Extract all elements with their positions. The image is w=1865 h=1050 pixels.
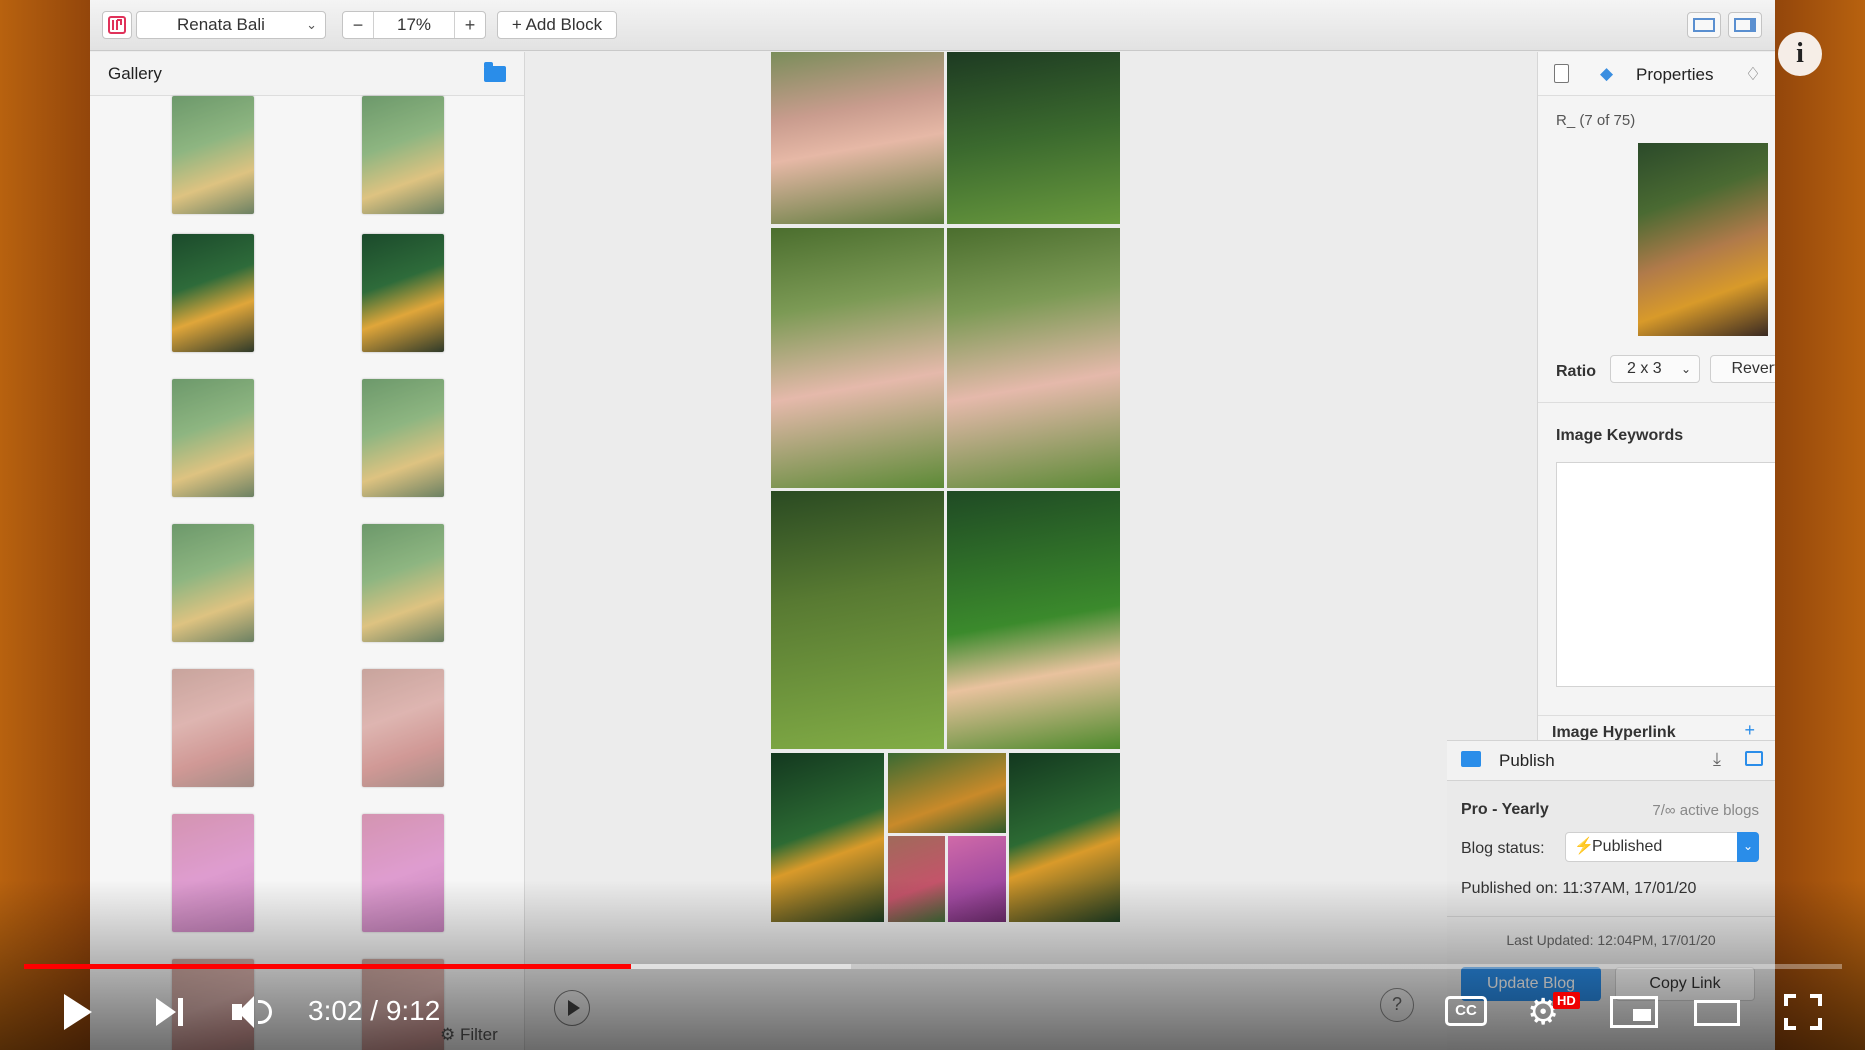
panel-left-icon <box>1693 18 1715 32</box>
active-blogs: 7/∞ active blogs <box>1652 802 1759 819</box>
gallery-thumbnail[interactable] <box>172 379 254 497</box>
captions-button[interactable]: CC <box>1445 990 1487 1034</box>
keywords-input[interactable] <box>1556 462 1775 687</box>
download-icon[interactable]: ⤓ <box>1713 749 1721 770</box>
progress-bar[interactable] <box>24 964 1842 969</box>
gallery-title: Gallery <box>108 64 162 83</box>
play-button[interactable] <box>60 990 94 1034</box>
last-updated: Last Updated: 12:04PM, 17/01/20 <box>1506 932 1716 948</box>
blog-status-value: Published <box>1592 838 1663 855</box>
chevron-down-icon: ⌄ <box>1737 832 1759 862</box>
canvas-photo[interactable] <box>888 836 945 922</box>
next-button[interactable] <box>154 990 188 1034</box>
canvas-photo[interactable] <box>771 753 884 922</box>
publish-header: Publish ⤓ <box>1447 741 1775 781</box>
time-display: 3:02 / 9:12 <box>308 995 441 1026</box>
canvas-play-button[interactable] <box>554 990 590 1026</box>
volume-icon <box>258 1000 272 1024</box>
canvas-photo[interactable] <box>888 753 1006 833</box>
properties-header: ◆ Properties ♢ <box>1538 52 1775 96</box>
filter-button[interactable]: ⚙ Filter <box>440 1025 498 1045</box>
tag-icon[interactable]: ♢ <box>1745 64 1761 85</box>
published-on: Published on: 11:37AM, 17/01/20 <box>1461 880 1697 897</box>
help-button[interactable]: ? <box>1380 988 1414 1022</box>
properties-title: Properties <box>1636 65 1714 84</box>
zoom-out-button[interactable]: − <box>343 12 373 38</box>
app-logo-icon <box>108 16 126 34</box>
toolbar: Renata Bali ⌄ − 17% + + Add Block <box>90 0 1775 51</box>
canvas-photo[interactable] <box>771 228 944 488</box>
canvas-photo[interactable] <box>771 52 944 224</box>
theater-icon <box>1694 1000 1740 1026</box>
gallery-thumbnail[interactable] <box>362 96 444 214</box>
chevron-down-icon: ⌄ <box>306 17 317 32</box>
canvas-photo[interactable] <box>947 228 1120 488</box>
volume-button[interactable] <box>230 990 274 1034</box>
chevron-down-icon: ⌄ <box>1680 362 1691 376</box>
progress-played <box>24 964 632 969</box>
canvas-photo[interactable] <box>771 491 944 749</box>
hd-badge: HD <box>1553 992 1580 1009</box>
miniplayer-button[interactable] <box>1610 990 1658 1034</box>
info-icon[interactable]: i <box>1778 32 1822 76</box>
zoom-in-button[interactable]: + <box>455 12 485 38</box>
gallery-thumbnail[interactable] <box>362 669 444 787</box>
fullscreen-button[interactable] <box>1784 990 1822 1034</box>
canvas-photo[interactable] <box>947 52 1120 224</box>
monitor-icon[interactable] <box>1745 751 1763 766</box>
add-hyperlink-button[interactable]: + <box>1744 720 1755 741</box>
divider <box>1538 715 1775 716</box>
fullscreen-icon <box>1784 994 1796 1006</box>
blog-select[interactable]: Renata Bali ⌄ <box>136 11 326 39</box>
blog-select-value: Renata Bali <box>177 15 265 34</box>
ratio-select[interactable]: 2 x 3 ⌄ <box>1610 355 1700 383</box>
plan-name: Pro - Yearly <box>1461 801 1549 818</box>
gallery-thumbnail[interactable] <box>172 96 254 214</box>
gallery-panel: Gallery <box>90 52 525 1050</box>
gallery-thumbnail[interactable] <box>362 814 444 932</box>
zoom-value: 17% <box>373 12 455 38</box>
gallery-thumbnail[interactable] <box>172 669 254 787</box>
zoom-control: − 17% + <box>342 11 486 39</box>
image-count: R_ (7 of 75) <box>1556 112 1636 129</box>
gallery-thumbnail[interactable] <box>172 234 254 352</box>
cc-icon: CC <box>1445 996 1487 1026</box>
canvas-photo[interactable] <box>947 491 1120 749</box>
canvas-photo[interactable] <box>948 836 1006 922</box>
folder-icon[interactable] <box>484 62 506 82</box>
right-panel-toggle-button[interactable] <box>1728 12 1762 38</box>
blog-canvas <box>526 52 1536 1050</box>
left-panel-toggle-button[interactable] <box>1687 12 1721 38</box>
canvas-photo[interactable] <box>1009 753 1120 922</box>
gallery-thumbnail[interactable] <box>172 814 254 932</box>
app-logo-button[interactable] <box>102 11 132 39</box>
blog-status-label: Blog status: <box>1461 840 1545 857</box>
panel-right-icon <box>1734 18 1756 32</box>
app-window: Renata Bali ⌄ − 17% + + Add Block Galler… <box>90 0 1775 1050</box>
gallery-thumbnail[interactable] <box>362 234 444 352</box>
ratio-label: Ratio <box>1556 363 1596 380</box>
theater-mode-button[interactable] <box>1694 990 1740 1034</box>
publish-icon <box>1461 751 1481 767</box>
document-icon[interactable] <box>1554 64 1569 83</box>
keywords-label: Image Keywords <box>1556 427 1684 444</box>
gallery-header: Gallery <box>90 52 524 96</box>
gallery-thumbnail[interactable] <box>172 524 254 642</box>
miniplayer-icon <box>1610 996 1658 1028</box>
publish-title: Publish <box>1499 751 1555 770</box>
image-preview <box>1638 143 1768 336</box>
divider <box>1447 916 1775 917</box>
fullscreen-icon <box>1810 1018 1822 1030</box>
revert-button[interactable]: Revert <box>1710 355 1775 383</box>
fullscreen-icon <box>1810 994 1822 1006</box>
ratio-value: 2 x 3 <box>1627 360 1662 377</box>
blog-status-select[interactable]: ⚡ Published ⌄ <box>1565 832 1759 862</box>
fullscreen-icon <box>1784 1018 1796 1030</box>
divider <box>1538 402 1775 403</box>
gallery-thumbnail[interactable] <box>362 524 444 642</box>
gem-icon[interactable]: ◆ <box>1600 64 1613 84</box>
gallery-thumbnail[interactable] <box>362 379 444 497</box>
add-block-button[interactable]: + Add Block <box>497 11 617 39</box>
bolt-icon: ⚡ <box>1574 838 1594 855</box>
